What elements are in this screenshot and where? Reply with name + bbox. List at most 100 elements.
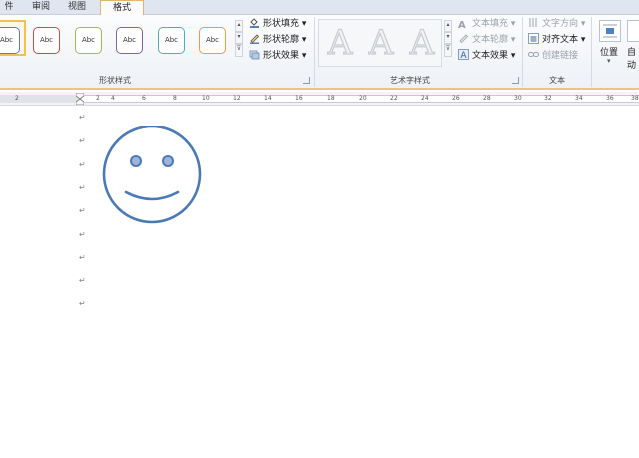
ruler-number: 4 bbox=[111, 95, 115, 102]
wordart-style-3[interactable]: A bbox=[404, 24, 440, 61]
ruler-number: 36 bbox=[606, 95, 614, 102]
wordart-styles-launcher-icon[interactable] bbox=[512, 77, 519, 84]
group-divider bbox=[522, 17, 523, 87]
ruler-number: 2 bbox=[96, 95, 100, 102]
shape-effects-label: 形状效果 bbox=[263, 51, 300, 61]
wrap-text-label: 自动 bbox=[627, 48, 637, 71]
ribbon-tab-bar: 件 审阅 视图 格式 bbox=[0, 0, 639, 16]
gallery-scroll-down-icon[interactable]: ▾ bbox=[235, 32, 243, 44]
chevron-down-icon: ▾ bbox=[578, 35, 586, 45]
ruler-number: 38 bbox=[631, 95, 639, 102]
position-icon bbox=[599, 20, 621, 42]
tab-format[interactable]: 格式 bbox=[100, 0, 144, 16]
text-outline-button[interactable]: 文本轮廓 ▾ bbox=[458, 33, 515, 47]
text-outline-icon bbox=[458, 33, 469, 44]
paragraph-mark: ↵ bbox=[79, 299, 86, 308]
ruler-number: 16 bbox=[295, 95, 303, 102]
smiley-right-eye bbox=[162, 155, 174, 167]
ruler-number: 32 bbox=[544, 95, 552, 102]
shape-style-red[interactable]: Abc bbox=[33, 27, 60, 54]
ruler-number: 20 bbox=[359, 95, 367, 102]
shape-style-blue[interactable]: Abc bbox=[0, 27, 20, 54]
tab-view[interactable]: 视图 bbox=[62, 0, 92, 15]
wrap-text-icon bbox=[627, 20, 639, 42]
smiley-left-eye bbox=[130, 155, 142, 167]
align-text-button[interactable]: 对齐文本 ▾ bbox=[528, 33, 585, 47]
paragraph-mark: ↵ bbox=[79, 230, 86, 239]
shape-style-green[interactable]: Abc bbox=[75, 27, 102, 54]
chevron-down-icon: ▾ bbox=[508, 19, 516, 29]
paint-bucket-icon bbox=[249, 17, 260, 28]
text-direction-button[interactable]: 文字方向 ▾ bbox=[528, 17, 585, 31]
shape-effects-button[interactable]: 形状效果 ▾ bbox=[249, 49, 306, 63]
wordart-more-icon[interactable]: ⊽ bbox=[444, 44, 452, 57]
shape-fill-button[interactable]: 形状填充 ▾ bbox=[249, 17, 306, 31]
document-page[interactable]: ↵ ↵ ↵ ↵ ↵ ↵ ↵ ↵ ↵ bbox=[0, 107, 639, 458]
indent-marker-icon[interactable] bbox=[76, 93, 84, 105]
chevron-down-icon: ▾ bbox=[607, 57, 611, 65]
gallery-more-icon[interactable]: ⊽ bbox=[235, 44, 243, 57]
gallery-scroll-up-icon[interactable]: ▴ bbox=[235, 20, 243, 32]
horizontal-ruler[interactable]: 2 2 4 6 8 10 12 14 16 18 20 22 24 26 28 30 32 34 36 38 bbox=[0, 92, 639, 106]
wordart-style-1[interactable]: A bbox=[322, 24, 358, 61]
align-text-label: 对齐文本 bbox=[542, 35, 579, 45]
paragraph-mark: ↵ bbox=[79, 183, 86, 192]
shape-outline-button[interactable]: 形状轮廓 ▾ bbox=[249, 33, 306, 47]
chevron-down-icon: ▾ bbox=[508, 51, 516, 61]
smiley-outline bbox=[102, 126, 202, 224]
wordart-scroll-up-icon[interactable]: ▴ bbox=[444, 20, 452, 32]
text-direction-icon bbox=[528, 17, 539, 28]
smiley-mouth bbox=[124, 190, 180, 201]
paragraph-mark: ↵ bbox=[79, 276, 86, 285]
smiley-face-shape[interactable] bbox=[100, 126, 206, 226]
text-effects-label: 文本效果 bbox=[472, 51, 509, 61]
create-link-button[interactable]: 创建链接 bbox=[528, 49, 578, 63]
shape-outline-label: 形状轮廓 bbox=[263, 35, 300, 45]
shape-style-purple[interactable]: Abc bbox=[116, 27, 143, 54]
ruler-number: 28 bbox=[483, 95, 491, 102]
paragraph-mark: ↵ bbox=[79, 206, 86, 215]
shape-styles-launcher-icon[interactable] bbox=[303, 77, 310, 84]
paragraph-mark: ↵ bbox=[79, 113, 86, 122]
ruler-number: 26 bbox=[452, 95, 460, 102]
shape-style-aqua[interactable]: Abc bbox=[158, 27, 185, 54]
shape-fill-label: 形状填充 bbox=[263, 19, 300, 29]
tab-review[interactable]: 审阅 bbox=[26, 0, 56, 15]
ribbon: Abc Abc Abc Abc Abc Abc ▴ ▾ ⊽ 形状填充 ▾ 形状轮… bbox=[0, 15, 639, 90]
wordart-scroll-down-icon[interactable]: ▾ bbox=[444, 32, 452, 44]
wordart-styles-group-label: 艺术字样式 bbox=[390, 76, 430, 85]
ruler-left-margin bbox=[0, 95, 82, 103]
chevron-down-icon: ▾ bbox=[578, 19, 586, 29]
group-divider bbox=[314, 17, 315, 87]
ruler-number: 34 bbox=[575, 95, 583, 102]
text-outline-label: 文本轮廓 bbox=[472, 35, 509, 45]
ruler-number: 2 bbox=[15, 95, 19, 102]
link-icon bbox=[528, 49, 539, 60]
ruler-number: 10 bbox=[202, 95, 210, 102]
text-fill-button[interactable]: A 文本填充 ▾ bbox=[458, 17, 515, 31]
text-direction-label: 文字方向 bbox=[542, 19, 579, 29]
ruler-number: 6 bbox=[142, 95, 146, 102]
chevron-down-icon: ▾ bbox=[299, 51, 307, 61]
chevron-down-icon: ▾ bbox=[508, 35, 516, 45]
paragraph-mark: ↵ bbox=[79, 136, 86, 145]
align-text-icon bbox=[528, 33, 539, 44]
ruler-number: 24 bbox=[421, 95, 429, 102]
text-fill-label: 文本填充 bbox=[472, 19, 509, 29]
text-effects-button[interactable]: A 文本效果 ▾ bbox=[458, 49, 515, 63]
pencil-icon bbox=[249, 33, 260, 44]
ruler-number: 14 bbox=[264, 95, 272, 102]
svg-text:A: A bbox=[460, 51, 467, 60]
wordart-style-2[interactable]: A bbox=[363, 24, 399, 61]
text-group-label: 文本 bbox=[549, 76, 565, 85]
shape-style-orange[interactable]: Abc bbox=[199, 27, 226, 54]
chevron-down-icon: ▾ bbox=[299, 35, 307, 45]
shape-styles-group-label: 形状样式 bbox=[99, 76, 131, 85]
create-link-label: 创建链接 bbox=[542, 51, 579, 61]
paragraph-mark: ↵ bbox=[79, 160, 86, 169]
ruler-number: 18 bbox=[327, 95, 335, 102]
paragraph-mark: ↵ bbox=[79, 253, 86, 262]
text-effects-icon: A bbox=[458, 49, 469, 61]
tab-file[interactable]: 件 bbox=[0, 0, 18, 15]
ruler-number: 30 bbox=[514, 95, 522, 102]
